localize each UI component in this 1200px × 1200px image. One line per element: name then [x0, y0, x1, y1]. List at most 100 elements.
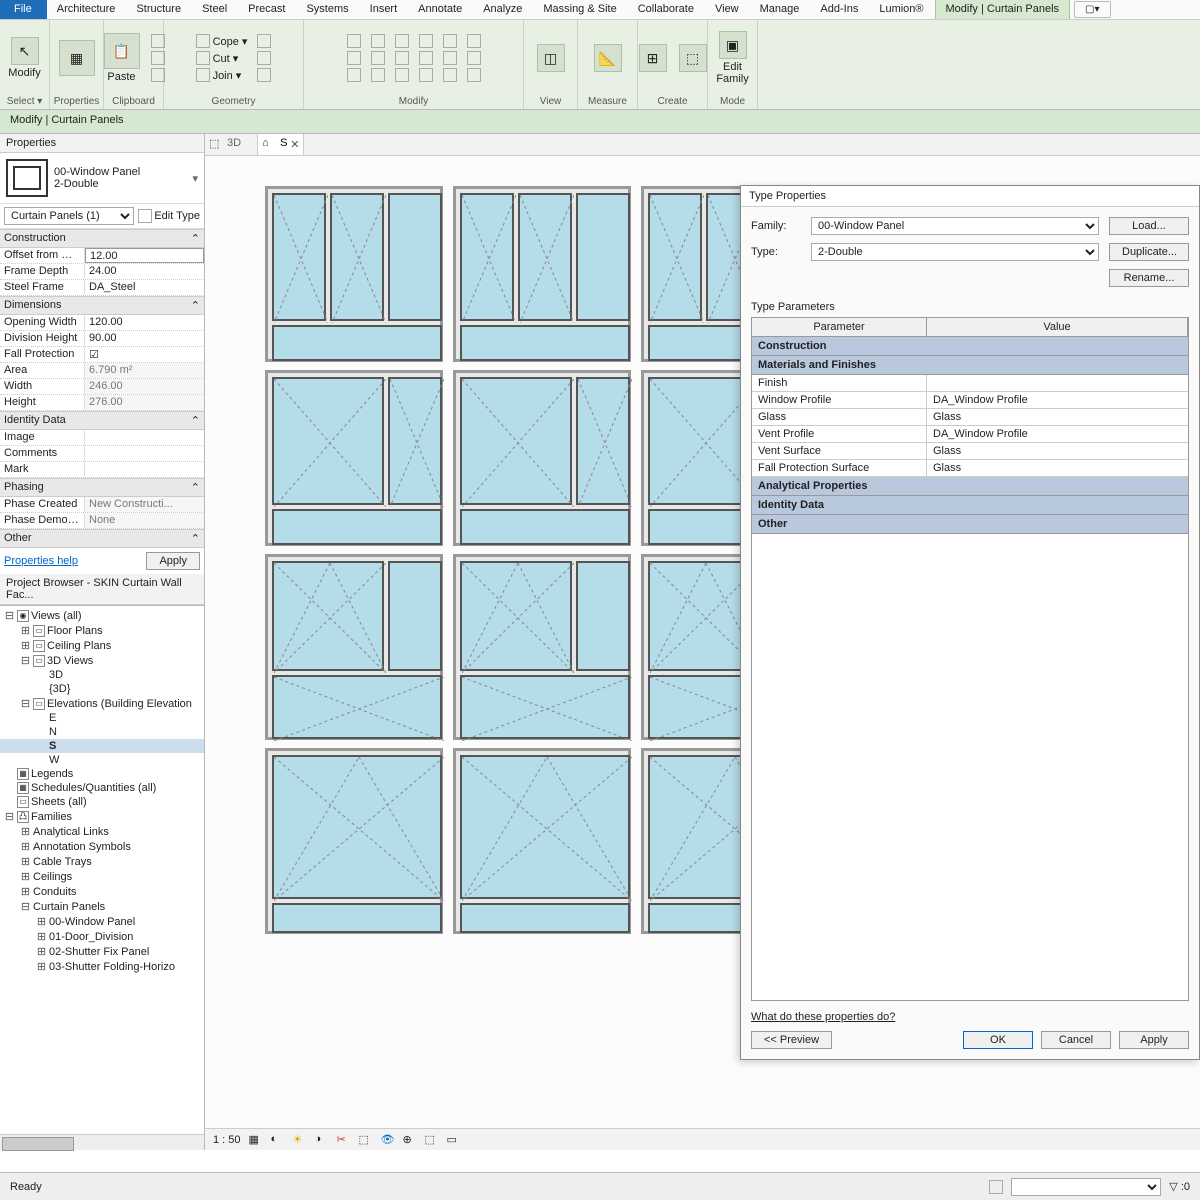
ribbon-tab[interactable]: Precast [238, 0, 296, 19]
property-row[interactable]: Frame Depth24.00 [0, 264, 204, 280]
properties-help-link[interactable]: Properties help [4, 555, 78, 567]
hide-icon[interactable]: 👁 [381, 1133, 395, 1147]
param-category[interactable]: Other [752, 515, 1188, 534]
property-group-header[interactable]: Construction⌃ [0, 229, 204, 248]
tree-item[interactable]: W [0, 753, 204, 767]
property-row[interactable]: Area6.790 m² [0, 363, 204, 379]
rename-button[interactable]: Rename... [1109, 269, 1189, 287]
tree-item[interactable]: ⊟▭Elevations (Building Elevation [0, 696, 204, 711]
property-group-header[interactable]: Phasing⌃ [0, 478, 204, 497]
property-row[interactable]: Offset from Ce...12.00 [0, 248, 204, 264]
tree-item[interactable]: ⊞00-Window Panel [0, 914, 204, 929]
modify-icon[interactable] [368, 33, 388, 49]
modify-icon[interactable] [344, 67, 364, 83]
cut-geom-button[interactable]: Cut ▾ [193, 50, 251, 66]
property-group-header[interactable]: Other⌃ [0, 529, 204, 548]
join-button[interactable]: Join ▾ [193, 67, 251, 83]
view-tab[interactable]: ⌂S✕ [258, 134, 304, 155]
tree-item[interactable]: ⊟凸Families [0, 809, 204, 824]
tree-item[interactable]: ⊟▭3D Views [0, 653, 204, 668]
ribbon-tab[interactable]: Insert [360, 0, 409, 19]
tree-item[interactable]: ⊞02-Shutter Fix Panel [0, 944, 204, 959]
property-row[interactable]: Phase CreatedNew Constructi... [0, 497, 204, 513]
param-row[interactable]: Fall Protection SurfaceGlass [752, 460, 1188, 477]
reveal-icon[interactable]: ⊕ [403, 1133, 417, 1147]
modify-icon[interactable] [464, 33, 484, 49]
modify-icon[interactable] [416, 50, 436, 66]
tree-item[interactable]: {3D} [0, 682, 204, 696]
modify-icon[interactable] [440, 50, 460, 66]
geom-icon[interactable] [257, 68, 271, 82]
selection-filter[interactable] [1011, 1178, 1161, 1196]
apply-button[interactable]: Apply [146, 552, 200, 570]
tree-item[interactable]: ▭Sheets (all) [0, 795, 204, 809]
property-row[interactable]: Mark [0, 462, 204, 478]
property-row[interactable]: Opening Width120.00 [0, 315, 204, 331]
tree-item[interactable]: ▦Legends [0, 767, 204, 781]
param-row[interactable]: Finish [752, 375, 1188, 392]
modify-icon[interactable] [464, 50, 484, 66]
tree-item[interactable]: ⊟◉Views (all) [0, 608, 204, 623]
view-control-bar[interactable]: 1 : 50 ▦ ◐ ☀ ◑ ✂ ⬚ 👁 ⊕ ⬚ ▭ [205, 1128, 1200, 1150]
ribbon-tab[interactable]: Add-Ins [810, 0, 869, 19]
curtain-panel[interactable] [265, 554, 443, 740]
tree-item[interactable]: 3D [0, 668, 204, 682]
ribbon-tab[interactable]: Annotate [408, 0, 473, 19]
property-row[interactable]: Height276.00 [0, 395, 204, 411]
property-row[interactable]: Image [0, 430, 204, 446]
tree-item[interactable]: ⊞01-Door_Division [0, 929, 204, 944]
modify-tool[interactable]: ↖Modify [4, 35, 44, 81]
param-row[interactable]: Window ProfileDA_Window Profile [752, 392, 1188, 409]
tree-item[interactable]: ▦Schedules/Quantities (all) [0, 781, 204, 795]
cope-button[interactable]: Cope ▾ [193, 33, 251, 49]
tree-item[interactable]: ⊞03-Shutter Folding-Horizo [0, 959, 204, 974]
properties-button[interactable]: ▦ [55, 38, 99, 78]
load-button[interactable]: Load... [1109, 217, 1189, 235]
property-row[interactable]: Phase Demolis...None [0, 513, 204, 529]
misc-icon[interactable]: ⬚ [425, 1133, 439, 1147]
family-select[interactable]: 00-Window Panel [811, 217, 1099, 235]
property-row[interactable]: Fall Protection☑ [0, 347, 204, 363]
param-row[interactable]: Vent ProfileDA_Window Profile [752, 426, 1188, 443]
ribbon-tab[interactable]: Collaborate [628, 0, 705, 19]
tree-item[interactable]: ⊟Curtain Panels [0, 899, 204, 914]
visual-icon[interactable]: ◐ [271, 1133, 285, 1147]
modify-icon[interactable] [344, 50, 364, 66]
type-params-table[interactable]: ParameterValue ConstructionMaterials and… [751, 317, 1189, 1001]
modify-icon[interactable] [392, 50, 412, 66]
scrollbar-horizontal[interactable] [0, 1134, 204, 1150]
ribbon-tab[interactable]: Modify | Curtain Panels [935, 0, 1071, 19]
curtain-panel[interactable] [453, 748, 631, 934]
curtain-panel[interactable] [453, 186, 631, 362]
param-row[interactable]: Vent SurfaceGlass [752, 443, 1188, 460]
filter-select[interactable]: Curtain Panels (1) [4, 207, 134, 225]
tree-item[interactable]: ⊞Conduits [0, 884, 204, 899]
ribbon-tab[interactable]: View [705, 0, 750, 19]
paste-button[interactable]: 📋Paste [100, 31, 144, 85]
param-row[interactable]: GlassGlass [752, 409, 1188, 426]
duplicate-button[interactable]: Duplicate... [1109, 243, 1189, 261]
file-tab[interactable]: File [0, 0, 47, 19]
scale-label[interactable]: 1 : 50 [213, 1134, 241, 1146]
tree-item[interactable]: N [0, 725, 204, 739]
type-dropdown-icon[interactable]: ▾ [192, 172, 198, 185]
create-icon[interactable]: ⊞ [635, 42, 671, 74]
tree-item[interactable]: ⊞Ceilings [0, 869, 204, 884]
ribbon-tab[interactable]: Analyze [473, 0, 533, 19]
detail-icon[interactable]: ▦ [249, 1133, 263, 1147]
ribbon-tab[interactable]: Steel [192, 0, 238, 19]
tree-item[interactable]: ⊞▭Floor Plans [0, 623, 204, 638]
edit-family-button[interactable]: ▣Edit Family [712, 29, 752, 87]
param-category[interactable]: Materials and Finishes [752, 356, 1188, 375]
curtain-panel[interactable] [265, 748, 443, 934]
shadow-icon[interactable]: ◑ [315, 1133, 329, 1147]
param-category[interactable]: Construction [752, 337, 1188, 356]
view-icon[interactable]: ◫ [533, 42, 569, 74]
property-group-header[interactable]: Identity Data⌃ [0, 411, 204, 430]
property-row[interactable]: Comments [0, 446, 204, 462]
modify-icon[interactable] [344, 33, 364, 49]
filter-count[interactable]: ▽ :0 [1169, 1180, 1190, 1193]
geom-icon[interactable] [257, 34, 271, 48]
tree-item[interactable]: ⊞Analytical Links [0, 824, 204, 839]
modify-icon[interactable] [392, 67, 412, 83]
